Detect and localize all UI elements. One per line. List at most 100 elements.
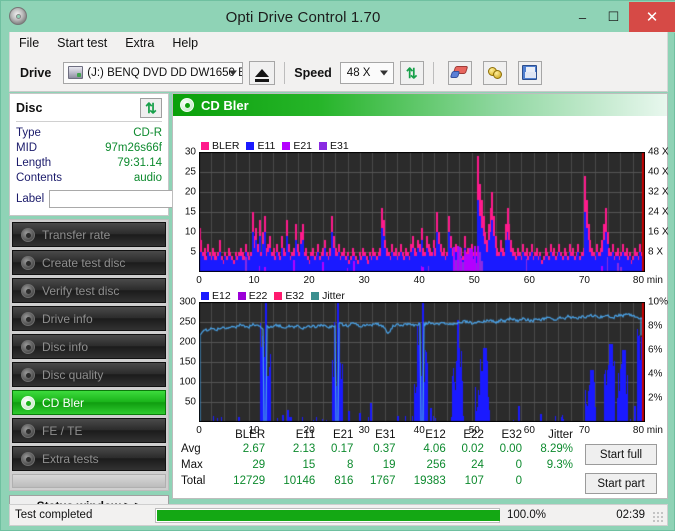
- erase-button[interactable]: [447, 60, 472, 85]
- col-jitter: Jitter: [548, 429, 573, 441]
- disc-panel-title: Disc: [16, 101, 43, 115]
- y-tick-label: 30: [184, 146, 196, 158]
- menu-item-help[interactable]: Help: [163, 34, 207, 52]
- col-e31: E31: [375, 429, 396, 441]
- disc-row-mid: MID 97m26s66f: [16, 141, 162, 156]
- refresh-button[interactable]: ⇅: [399, 60, 424, 85]
- sidebar-item-label: Transfer rate: [42, 227, 111, 242]
- row-label-total: Total: [181, 475, 206, 487]
- right-tick-label: 8%: [648, 320, 663, 332]
- disc-refresh-button[interactable]: ⇅: [140, 98, 162, 118]
- y-tick-label: 100: [179, 376, 196, 388]
- cell: 8.29%: [540, 443, 573, 455]
- disc-row-value: audio: [133, 172, 162, 184]
- sidebar-item-label: Disc quality: [42, 367, 104, 382]
- refresh-arrows-icon: ⇅: [145, 100, 157, 116]
- sidebar-item-label: Disc info: [42, 339, 89, 354]
- coins-icon: [487, 66, 503, 80]
- floppy-icon: [522, 65, 538, 80]
- disc-icon: [21, 367, 35, 382]
- right-tick-label: 48 X: [648, 146, 669, 158]
- maximize-button[interactable]: ☐: [598, 2, 629, 32]
- sidebar-item-cd-bler[interactable]: CD Bler: [12, 390, 166, 415]
- x-tick-label: 0: [196, 275, 202, 286]
- legend-swatch: [319, 142, 328, 150]
- drive-icon: [68, 66, 84, 79]
- speed-select[interactable]: 48 X: [339, 61, 394, 84]
- sidebar-item-label: FE / TE: [42, 423, 83, 438]
- y-tick-label: 300: [179, 296, 196, 308]
- sidebar-item-disc-quality[interactable]: Disc quality: [12, 362, 166, 387]
- cell: 0.02: [461, 443, 484, 455]
- chart-top-canvas: [199, 152, 645, 272]
- y-tick-label: 50: [184, 396, 196, 408]
- legend-swatch: [201, 142, 209, 150]
- legend-item-e12: E12: [201, 290, 231, 302]
- divider: [16, 121, 162, 122]
- app-window: Opti Drive Control 1.70 – ☐ ✕ File Start…: [0, 0, 675, 531]
- y-tick-label: 25: [184, 166, 196, 178]
- legend-swatch: [237, 292, 246, 300]
- sidebar-item-label: Drive info: [42, 311, 93, 326]
- sidebar-item-label: CD Bler: [42, 395, 85, 410]
- disc-icon: [21, 311, 35, 326]
- menu-item-start-test[interactable]: Start test: [48, 34, 116, 52]
- cell: 816: [334, 475, 354, 487]
- status-text: Test completed: [15, 509, 93, 521]
- disc-row-value: CD-R: [133, 127, 162, 139]
- right-tick-label: 16 X: [648, 226, 669, 238]
- x-tick-label: 50: [468, 275, 480, 286]
- sidebar-item-fe-te[interactable]: FE / TE: [12, 418, 166, 443]
- gold-disc-button[interactable]: [482, 60, 507, 85]
- drive-select[interactable]: (J:) BENQ DVD DD DW1650 BCIC: [63, 61, 244, 84]
- y-tick-label: 15: [184, 206, 196, 218]
- eject-button[interactable]: [249, 60, 276, 85]
- legend-label: E31: [330, 140, 349, 152]
- disc-row-contents: Contents audio: [16, 171, 162, 186]
- y-tick-label: 150: [179, 356, 196, 368]
- x-tick-label: 40: [413, 275, 425, 286]
- cell: 4.06: [423, 443, 446, 455]
- x-tick-label: 70: [578, 275, 590, 286]
- sidebar-item-disc-info[interactable]: Disc info: [12, 334, 166, 359]
- cell: 2.13: [292, 443, 316, 455]
- y-tick-label: 10: [184, 226, 196, 238]
- start-full-button[interactable]: Start full: [585, 444, 657, 465]
- legend-label: Jitter: [322, 290, 345, 302]
- sidebar-item-extra-tests[interactable]: Extra tests: [12, 446, 166, 471]
- eraser-icon: [450, 66, 469, 79]
- sidebar-item-transfer-rate[interactable]: Transfer rate: [12, 222, 166, 247]
- refresh-arrows-icon: ⇅: [405, 64, 418, 81]
- sidebar-item-drive-info[interactable]: Drive info: [12, 306, 166, 331]
- disc-icon: [21, 283, 35, 298]
- minimize-button[interactable]: –: [567, 2, 598, 32]
- cell: 0: [515, 475, 522, 487]
- menu-item-file[interactable]: File: [10, 34, 48, 52]
- legend-item-e11: E11: [246, 140, 275, 152]
- table-header-row: BLER E11 E21 E31 E12 E22 E32 Jitter: [177, 429, 577, 441]
- disc-row-length: Length 79:31.14: [16, 156, 162, 171]
- disc-row-key: Length: [16, 157, 52, 169]
- cell: [526, 473, 577, 489]
- sidebar-item-verify-test-disc[interactable]: Verify test disc: [12, 278, 166, 303]
- cell: 10146: [283, 475, 316, 487]
- sidebar-item-create-test-disc[interactable]: Create test disc: [12, 250, 166, 275]
- right-tick-label: 24 X: [648, 206, 669, 218]
- close-button[interactable]: ✕: [629, 2, 675, 32]
- legend-swatch: [246, 142, 255, 150]
- cell: 2.67: [242, 443, 266, 455]
- sidebar-item-label: Create test disc: [42, 255, 126, 270]
- progress-percent: 100.0%: [507, 509, 547, 521]
- menu-item-extra[interactable]: Extra: [116, 34, 163, 52]
- resize-grip-icon[interactable]: [652, 511, 664, 523]
- disc-icon: [21, 339, 35, 354]
- cell: 0.37: [373, 443, 396, 455]
- legend-label: E21: [293, 140, 313, 152]
- status-bar: Test completed 100.0% 02:39: [9, 504, 668, 526]
- chart-legend-bottom: E12 E22 E32 Jitter: [201, 290, 345, 302]
- save-button[interactable]: [517, 60, 542, 85]
- cell: 0: [515, 459, 522, 471]
- test-nav-list: Transfer rate Create test disc Verify te…: [9, 219, 169, 491]
- start-part-button[interactable]: Start part: [585, 473, 657, 494]
- legend-item-e22: E22: [237, 290, 267, 302]
